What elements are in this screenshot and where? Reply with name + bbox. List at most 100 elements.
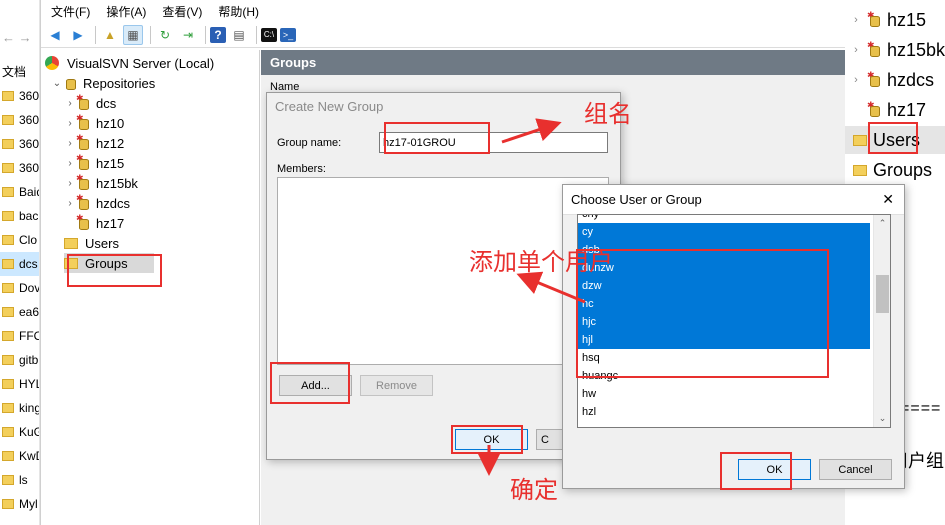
chevron-down-icon[interactable]: ⌄ <box>51 78 63 89</box>
bg-folder-label: Dov <box>19 281 40 295</box>
folder-icon <box>2 451 14 461</box>
folder-icon <box>2 283 14 293</box>
bg-folder-item[interactable]: 360 <box>0 84 39 108</box>
bg-right-repo-item[interactable]: › ✱ hzdcs <box>845 66 934 94</box>
annotation-add-single-user-text: 添加单个用户 <box>469 248 613 276</box>
user-list-item[interactable]: hzl <box>578 403 870 421</box>
chevron-right-icon[interactable]: › <box>64 158 76 169</box>
bg-folder-item[interactable]: FFO <box>0 324 39 348</box>
tree-repo-item[interactable]: › ✱ hz12 <box>64 133 124 153</box>
tree-repo-item[interactable]: › ✱ dcs <box>64 93 116 113</box>
choose-user-title: Choose User or Group <box>571 192 702 207</box>
chevron-right-icon[interactable]: › <box>64 138 76 149</box>
tree-users[interactable]: Users <box>64 233 119 253</box>
bg-right-groups[interactable]: Groups <box>845 156 932 184</box>
powershell-icon[interactable]: >_ <box>280 27 296 42</box>
bg-folder-item[interactable]: KwD <box>0 444 39 468</box>
bg-folder-item[interactable]: king <box>0 396 39 420</box>
bg-folder-item[interactable]: 360 <box>0 156 39 180</box>
bg-folder-item[interactable]: gitb <box>0 348 39 372</box>
back-arrow-icon[interactable]: ◀ <box>45 25 65 45</box>
menu-view[interactable]: 查看(V) <box>162 3 202 20</box>
nav-arrows-icon: ← → <box>2 30 32 45</box>
repository-icon: ✱ <box>867 70 881 87</box>
bg-folder-label: KwD <box>19 449 39 463</box>
tree-repo-item[interactable]: ✱ hz17 <box>64 213 124 233</box>
folder-icon <box>2 187 14 197</box>
command-prompt-icon[interactable]: C:\ <box>261 27 277 42</box>
chevron-right-icon[interactable]: › <box>64 178 76 189</box>
bg-folder-item[interactable]: ls <box>0 468 39 492</box>
menu-help[interactable]: 帮助(H) <box>218 3 259 20</box>
folder-icon <box>2 427 14 437</box>
tree-repo-item[interactable]: › ✱ hz10 <box>64 113 124 133</box>
bg-right-repo-item[interactable]: ✱ hz17 <box>845 96 926 124</box>
tree-repo-item[interactable]: › ✱ hz15 <box>64 153 124 173</box>
user-list-item[interactable]: cy <box>578 223 870 241</box>
user-list-item[interactable]: hw <box>578 385 870 403</box>
chevron-right-icon[interactable]: › <box>64 98 76 109</box>
menu-file[interactable]: 文件(F) <box>51 3 90 20</box>
bg-folder-item[interactable]: dcs <box>0 252 39 276</box>
folder-icon <box>853 164 867 176</box>
chevron-right-icon[interactable]: › <box>64 198 76 209</box>
bg-folder-item[interactable]: KuG <box>0 420 39 444</box>
repository-icon: ✱ <box>76 93 90 110</box>
bg-folder-item[interactable]: Dov <box>0 276 40 300</box>
close-icon[interactable]: ✕ <box>882 191 894 208</box>
repositories-icon <box>63 76 77 90</box>
up-folder-icon[interactable]: ▲ <box>100 25 120 45</box>
properties-icon[interactable]: ▤ <box>229 25 249 45</box>
refresh-icon[interactable]: ↻ <box>155 25 175 45</box>
bg-right-repo-item[interactable]: › ✱ hz15 <box>845 6 926 34</box>
bg-right-repo-item[interactable]: › ✱ hz15bk <box>845 36 945 64</box>
folder-icon <box>2 379 14 389</box>
repository-icon: ✱ <box>76 193 90 210</box>
chevron-right-icon[interactable]: › <box>845 14 867 26</box>
bg-right-dashes: ==== <box>900 400 942 417</box>
folder-icon <box>2 331 14 341</box>
bg-folder-item[interactable]: 360 <box>0 108 39 132</box>
server-label: VisualSVN Server (Local) <box>67 55 215 71</box>
scroll-thumb[interactable] <box>876 275 889 313</box>
help-icon[interactable]: ? <box>210 26 226 43</box>
bg-folder-item[interactable]: Baid <box>0 180 39 204</box>
tree-repo-item[interactable]: › ✱ hzdcs <box>64 193 130 213</box>
background-explorer-sidebar: ← → 文档 360 360 360 360 Baid bac Clo dcs Dov ea6 FF… <box>0 0 40 525</box>
chevron-right-icon[interactable]: › <box>845 44 867 56</box>
menu-action[interactable]: 操作(A) <box>106 3 146 20</box>
tree-repo-item[interactable]: › ✱ hz15bk <box>64 173 138 193</box>
bg-folder-label: ea6 <box>19 305 40 319</box>
bg-folder-label: Myl <box>19 497 38 511</box>
repository-icon: ✱ <box>76 213 90 230</box>
tree-repositories[interactable]: ⌄ Repositories <box>51 73 155 93</box>
export-icon[interactable]: ⇥ <box>178 25 198 45</box>
scroll-up-icon[interactable]: ⌃ <box>874 215 890 232</box>
repository-icon: ✱ <box>867 40 881 57</box>
chevron-right-icon[interactable]: › <box>64 118 76 129</box>
folder-icon <box>2 91 14 101</box>
bg-folder-item[interactable]: Myl <box>0 492 39 516</box>
repository-icon: ✱ <box>867 100 881 117</box>
user-list-item[interactable]: chy <box>578 215 870 223</box>
user-list-scrollbar[interactable]: ⌃ ⌄ <box>873 215 890 427</box>
bg-folder-item[interactable]: Clo <box>0 228 39 252</box>
navigation-tree: VisualSVN Server (Local) ⌄ Repositories … <box>41 50 260 525</box>
folder-icon <box>2 235 14 245</box>
bg-folder-item[interactable]: HYL <box>0 372 39 396</box>
bg-folder-item[interactable]: 360 <box>0 132 39 156</box>
bg-folder-label: Baid <box>19 185 39 199</box>
bg-folder-item[interactable]: ea6 <box>0 300 40 324</box>
repository-icon: ✱ <box>76 153 90 170</box>
choose-user-cancel-button[interactable]: Cancel <box>819 459 892 480</box>
bg-folder-label: FFO <box>19 329 39 343</box>
scroll-down-icon[interactable]: ⌄ <box>874 410 890 427</box>
tree-server[interactable]: VisualSVN Server (Local) <box>45 53 214 73</box>
bg-right-repo-label: hz17 <box>887 99 927 120</box>
show-tree-icon[interactable]: ▦ <box>123 24 143 45</box>
chevron-right-icon[interactable]: › <box>845 74 867 86</box>
bg-folder-item[interactable]: bac <box>0 204 39 228</box>
remove-member-button[interactable]: Remove <box>360 375 433 396</box>
group-name-label: Group name: <box>277 137 342 149</box>
forward-arrow-icon[interactable]: ▶ <box>68 25 88 45</box>
